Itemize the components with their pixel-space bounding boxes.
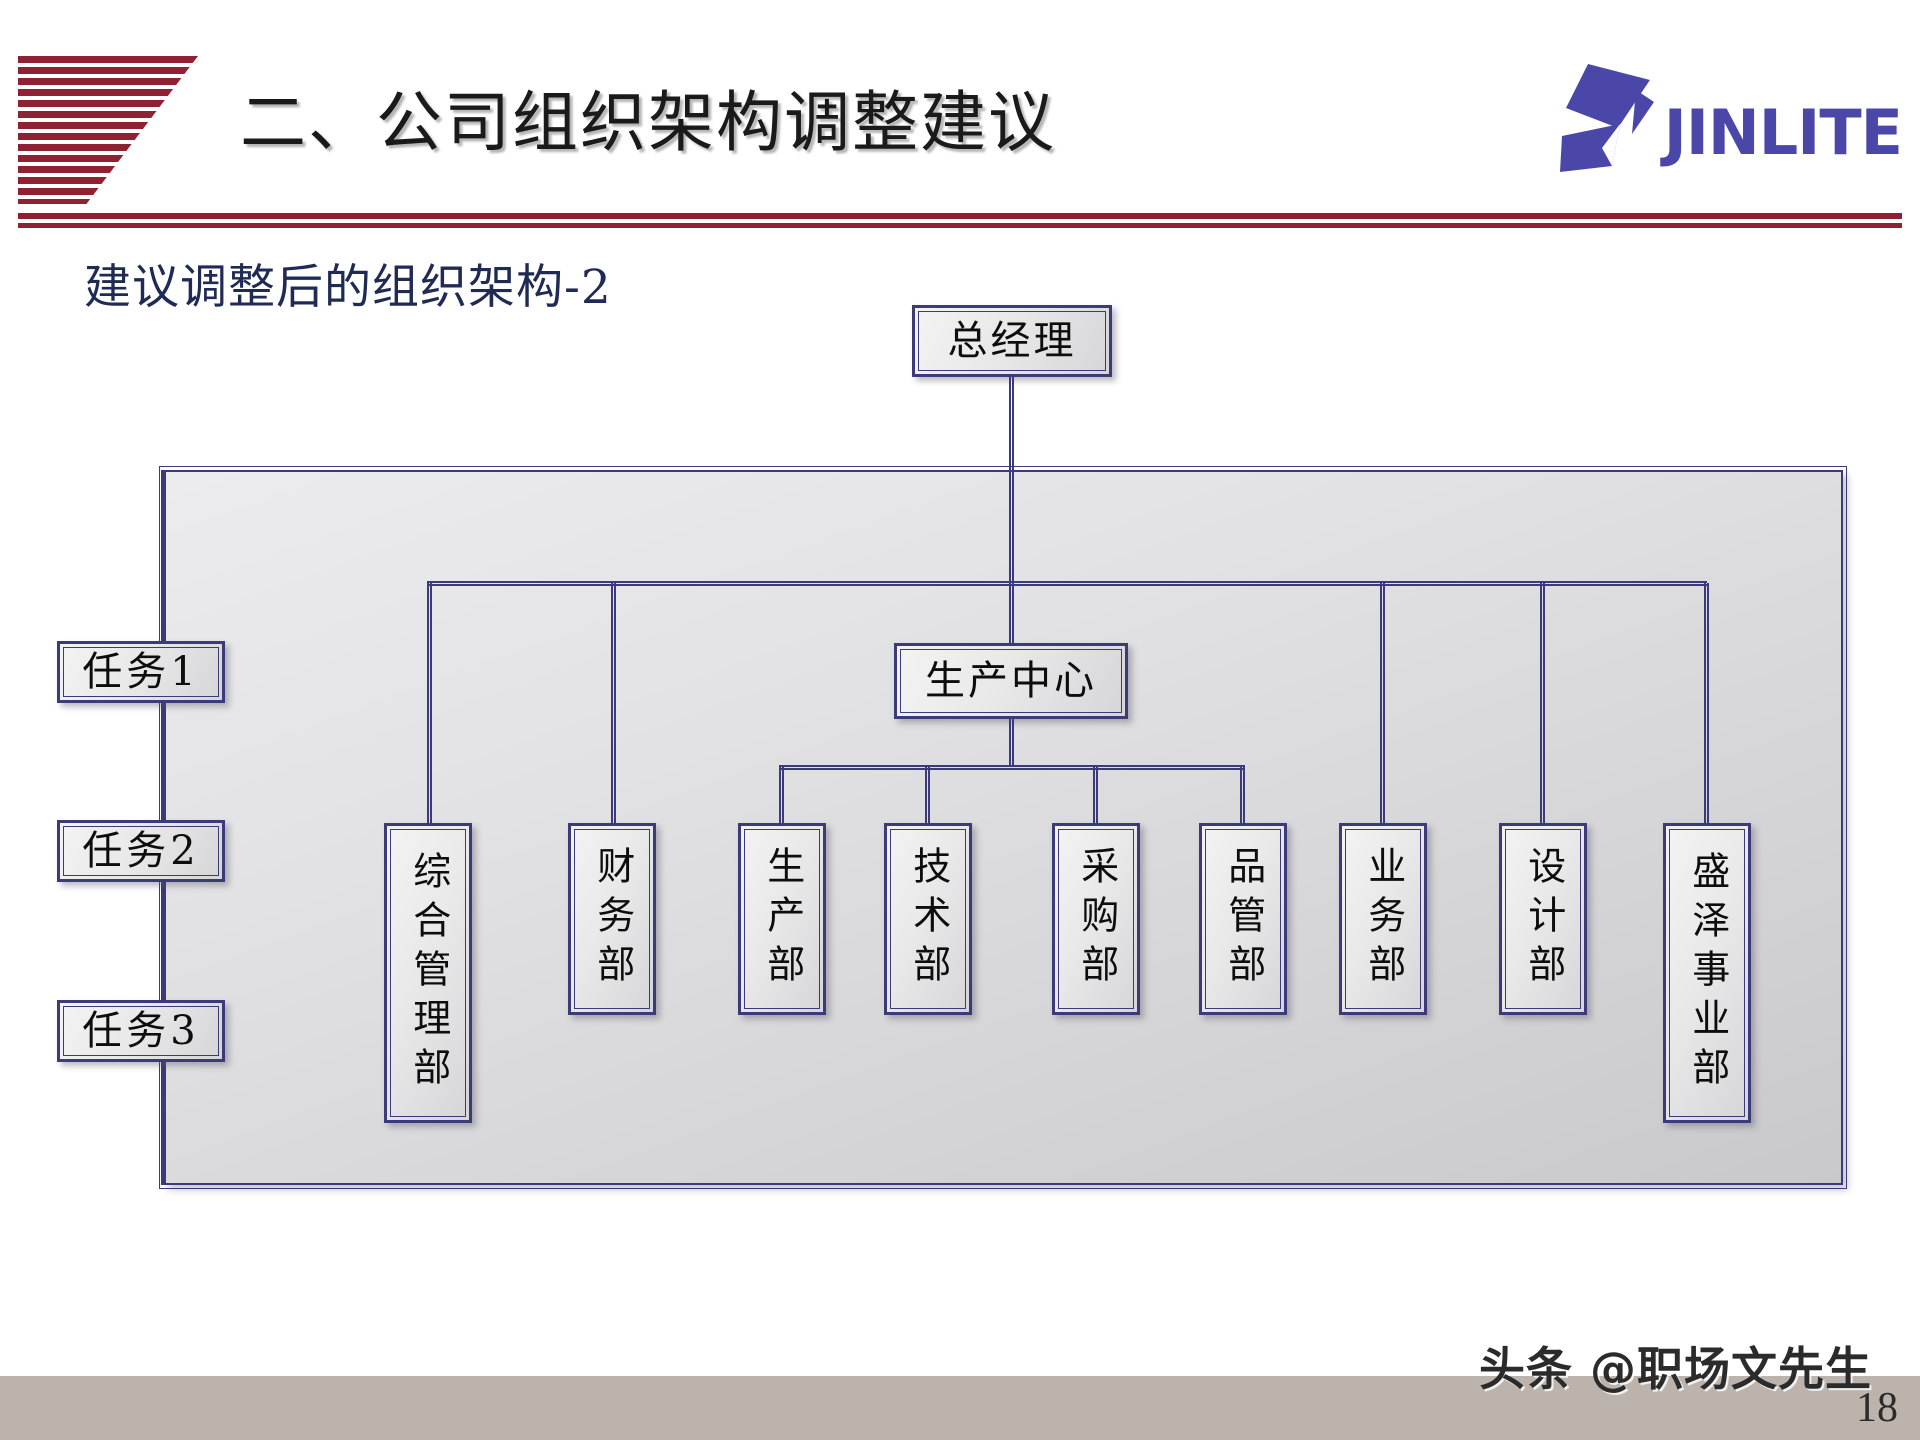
connector-drop-procurement (1093, 767, 1098, 823)
node-label: 生产中心 (925, 658, 1097, 704)
node-label: 品管部 (1221, 845, 1266, 993)
node-technology-dept[interactable]: 技术部 (884, 823, 972, 1015)
connector-production-center-stem (1009, 719, 1014, 767)
node-label: 采购部 (1074, 845, 1119, 993)
node-label: 任务1 (82, 649, 200, 695)
node-quality-control-dept[interactable]: 品管部 (1199, 823, 1287, 1015)
node-general-manager[interactable]: 总经理 (912, 305, 1112, 377)
node-comprehensive-management-dept[interactable]: 综合管理部 (384, 823, 472, 1123)
connector-drop-quality (1240, 767, 1245, 823)
node-label: 技术部 (906, 845, 951, 993)
node-shengze-division[interactable]: 盛泽事业部 (1663, 823, 1751, 1123)
node-label: 综合管理部 (406, 850, 451, 1096)
connector-drop-production-center (1009, 583, 1014, 643)
node-task-3[interactable]: 任务3 (57, 1000, 225, 1062)
node-label: 设计部 (1521, 845, 1566, 993)
connector-main-bus (427, 581, 1707, 586)
node-procurement-dept[interactable]: 采购部 (1052, 823, 1140, 1015)
node-label: 业务部 (1361, 845, 1406, 993)
watermark-text: 头条 @职场文先生 (1478, 1342, 1872, 1396)
connector-drop-technology (925, 767, 930, 823)
connector-drop-finance (611, 583, 616, 823)
connector-drop-business (1380, 583, 1385, 823)
node-production-dept[interactable]: 生产部 (738, 823, 826, 1015)
node-label: 财务部 (590, 845, 635, 993)
connector-production-sub-bus (779, 765, 1245, 770)
node-task-1[interactable]: 任务1 (57, 641, 225, 703)
node-label: 生产部 (760, 845, 805, 993)
node-finance-dept[interactable]: 财务部 (568, 823, 656, 1015)
node-design-dept[interactable]: 设计部 (1499, 823, 1587, 1015)
connector-drop-comprehensive-mgmt (427, 583, 432, 823)
org-chart: 总经理 生产中心 任务1 任务2 任务3 综合管理部 财务部 生产部 技术部 采… (0, 0, 1920, 1440)
connector-drop-production-dept (779, 767, 784, 823)
node-production-center[interactable]: 生产中心 (894, 643, 1128, 719)
node-label: 盛泽事业部 (1685, 850, 1730, 1096)
node-task-2[interactable]: 任务2 (57, 820, 225, 882)
page-number: 18 (1856, 1385, 1898, 1431)
node-label: 任务3 (82, 1008, 200, 1054)
connector-drop-shengze (1704, 583, 1709, 823)
node-business-dept[interactable]: 业务部 (1339, 823, 1427, 1015)
connector-root-stem (1009, 377, 1014, 583)
node-label: 总经理 (947, 318, 1077, 364)
connector-drop-design (1540, 583, 1545, 823)
node-label: 任务2 (82, 828, 200, 874)
